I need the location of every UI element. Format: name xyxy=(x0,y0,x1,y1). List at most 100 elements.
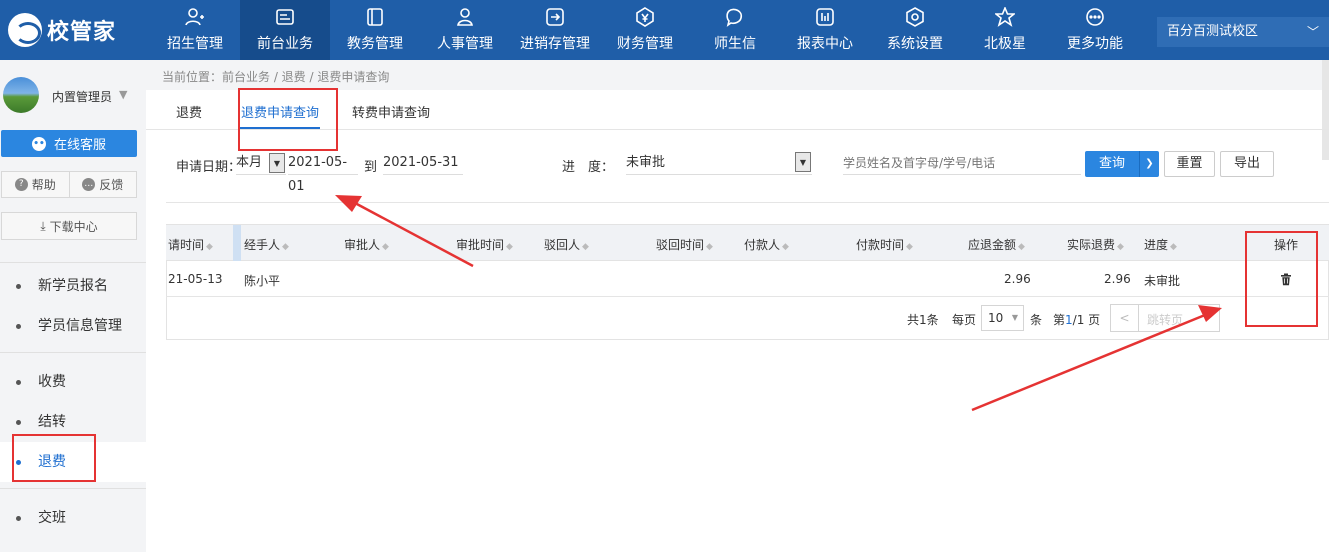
settings-icon xyxy=(904,7,926,27)
download-label: 下载中心 xyxy=(49,219,98,234)
page-size-select[interactable]: 10 ▼ xyxy=(981,305,1024,331)
book-icon xyxy=(364,7,386,27)
nav-item-more[interactable]: 更多功能 xyxy=(1050,0,1140,60)
sidebar-item-shift-handover[interactable]: 交班 xyxy=(0,498,146,538)
sidebar-item-new-enrollment[interactable]: 新学员报名 xyxy=(0,266,146,306)
per-page-label: 每页 xyxy=(952,313,977,327)
dropdown-arrow-icon[interactable]: ▼ xyxy=(795,152,811,172)
progress-value: 未审批 xyxy=(626,155,666,170)
reception-icon xyxy=(274,7,296,27)
nav-label: 北极星 xyxy=(984,36,1026,52)
breadcrumb: 当前位置：前台业务 / 退费 / 退费申请查询 xyxy=(162,70,390,84)
feedback-label: 反馈 xyxy=(99,178,124,192)
progress-select[interactable]: 未审批 xyxy=(626,151,812,175)
nav-label: 财务管理 xyxy=(617,36,673,52)
nav-label: 人事管理 xyxy=(437,36,493,52)
cell-handler: 陈小平 xyxy=(244,274,281,288)
sidebar-item-student-info[interactable]: 学员信息管理 xyxy=(0,306,146,346)
online-service-button[interactable]: •• 在线客服 xyxy=(1,130,137,157)
column-header-handler[interactable]: 经手人 ◆ xyxy=(244,236,289,253)
chat-icon xyxy=(724,7,746,27)
column-header-approve-time[interactable]: 审批时间 ◆ xyxy=(456,236,513,253)
nav-label: 报表中心 xyxy=(797,36,853,52)
search-input[interactable] xyxy=(843,151,1081,175)
nav-item-polaris[interactable]: 北极星 xyxy=(960,0,1050,60)
inventory-icon xyxy=(544,7,566,27)
date-label: 申请日期： xyxy=(176,160,242,175)
divider xyxy=(0,262,146,263)
annotation-box-actions xyxy=(1245,231,1318,327)
column-resize-handle[interactable] xyxy=(233,225,241,261)
nav-label: 系统设置 xyxy=(887,36,943,52)
nav-item-academic[interactable]: 教务管理 xyxy=(330,0,420,60)
help-label: 帮助 xyxy=(31,178,56,192)
download-center-button[interactable]: ⤓ 下载中心 xyxy=(1,212,137,240)
column-header-reject-time[interactable]: 驳回时间 ◆ xyxy=(656,236,713,253)
brand-logo[interactable]: 校管家 xyxy=(8,11,116,49)
sidebar-item-charge[interactable]: 收费 xyxy=(0,362,146,402)
nav-label: 师生信 xyxy=(714,36,756,52)
column-header-refund-due[interactable]: 应退金额 ◆ xyxy=(968,236,1025,253)
nav-label: 进销存管理 xyxy=(520,36,590,52)
nav-item-messaging[interactable]: 师生信 xyxy=(690,0,780,60)
nav-item-enrollment[interactable]: 招生管理 xyxy=(150,0,240,60)
download-icon: ⤓ xyxy=(40,218,46,233)
row-divider xyxy=(166,296,1329,297)
column-header-approver[interactable]: 审批人 ◆ xyxy=(344,236,389,253)
divider xyxy=(0,488,146,489)
logo-icon xyxy=(8,13,42,47)
feedback-icon: … xyxy=(82,178,96,191)
user-name[interactable]: 内置管理员 xyxy=(52,88,112,105)
query-button[interactable]: 查询 ❯ xyxy=(1085,151,1159,177)
total-count: 共1条 xyxy=(907,313,939,327)
help-button[interactable]: ? 帮助 xyxy=(2,172,70,197)
column-header-rejecter[interactable]: 驳回人 ◆ xyxy=(544,236,589,253)
nav-item-reports[interactable]: 报表中心 xyxy=(780,0,870,60)
nav-label: 前台业务 xyxy=(257,36,313,52)
column-header-apply-time[interactable]: 请时间 ◆ xyxy=(168,236,213,253)
page-jump-control: < 跳转页 xyxy=(1110,304,1220,332)
person-icon xyxy=(454,7,476,27)
feedback-button[interactable]: … 反馈 xyxy=(70,172,137,197)
avatar[interactable] xyxy=(3,77,39,113)
column-header-progress[interactable]: 进度 ◆ xyxy=(1144,236,1177,253)
finance-icon xyxy=(634,7,656,27)
dropdown-arrow-icon[interactable]: ▼ xyxy=(269,153,285,173)
date-from-input[interactable]: 2021-05-01 xyxy=(288,151,358,194)
export-button[interactable]: 导出 xyxy=(1220,151,1274,177)
tab-refund[interactable]: 退费 xyxy=(176,102,202,121)
chevron-down-icon[interactable]: ❯ xyxy=(1139,151,1159,177)
question-icon: ? xyxy=(14,178,28,191)
query-label: 查询 xyxy=(1098,156,1125,171)
scrollbar[interactable] xyxy=(1322,60,1329,160)
nav-label: 更多功能 xyxy=(1067,36,1123,52)
nav-item-settings[interactable]: 系统设置 xyxy=(870,0,960,60)
progress-label: 进 度： xyxy=(562,160,615,175)
caret-down-icon[interactable]: ▼ xyxy=(119,88,127,101)
nav-item-finance[interactable]: 财务管理 xyxy=(600,0,690,60)
nav-item-hr[interactable]: 人事管理 xyxy=(420,0,510,60)
nav-item-front-desk[interactable]: 前台业务 xyxy=(240,0,330,60)
reset-button[interactable]: 重置 xyxy=(1164,151,1215,177)
date-to-input[interactable]: 2021-05-31 xyxy=(383,151,463,175)
page-size-value: 10 xyxy=(988,311,1004,325)
column-header-refund-actual[interactable]: 实际退费 ◆ xyxy=(1067,236,1124,253)
annotation-box-sidebar xyxy=(12,434,96,482)
cell-refund-actual: 2.96 xyxy=(1104,272,1131,286)
per-page-unit: 条 xyxy=(1030,313,1043,327)
tab-transfer-query[interactable]: 转费申请查询 xyxy=(352,102,430,121)
campus-name: 百分百测试校区 xyxy=(1167,24,1259,39)
prev-page-button[interactable]: < xyxy=(1111,305,1139,331)
page-indicator: 第1/1 页 xyxy=(1053,313,1101,327)
campus-selector[interactable]: 百分百测试校区 ﹀ xyxy=(1157,17,1329,47)
column-header-payer[interactable]: 付款人 ◆ xyxy=(744,236,789,253)
nav-item-inventory[interactable]: 进销存管理 xyxy=(510,0,600,60)
online-service-label: 在线客服 xyxy=(53,138,106,153)
chevron-down-icon: ﹀ xyxy=(1306,25,1319,39)
help-feedback-row: ? 帮助 … 反馈 xyxy=(1,171,137,198)
column-header-pay-time[interactable]: 付款时间 ◆ xyxy=(856,236,913,253)
jump-page-input[interactable]: 跳转页 xyxy=(1147,311,1183,328)
brand-name: 校管家 xyxy=(47,20,117,45)
divider xyxy=(166,202,1329,203)
star-icon xyxy=(994,7,1016,27)
